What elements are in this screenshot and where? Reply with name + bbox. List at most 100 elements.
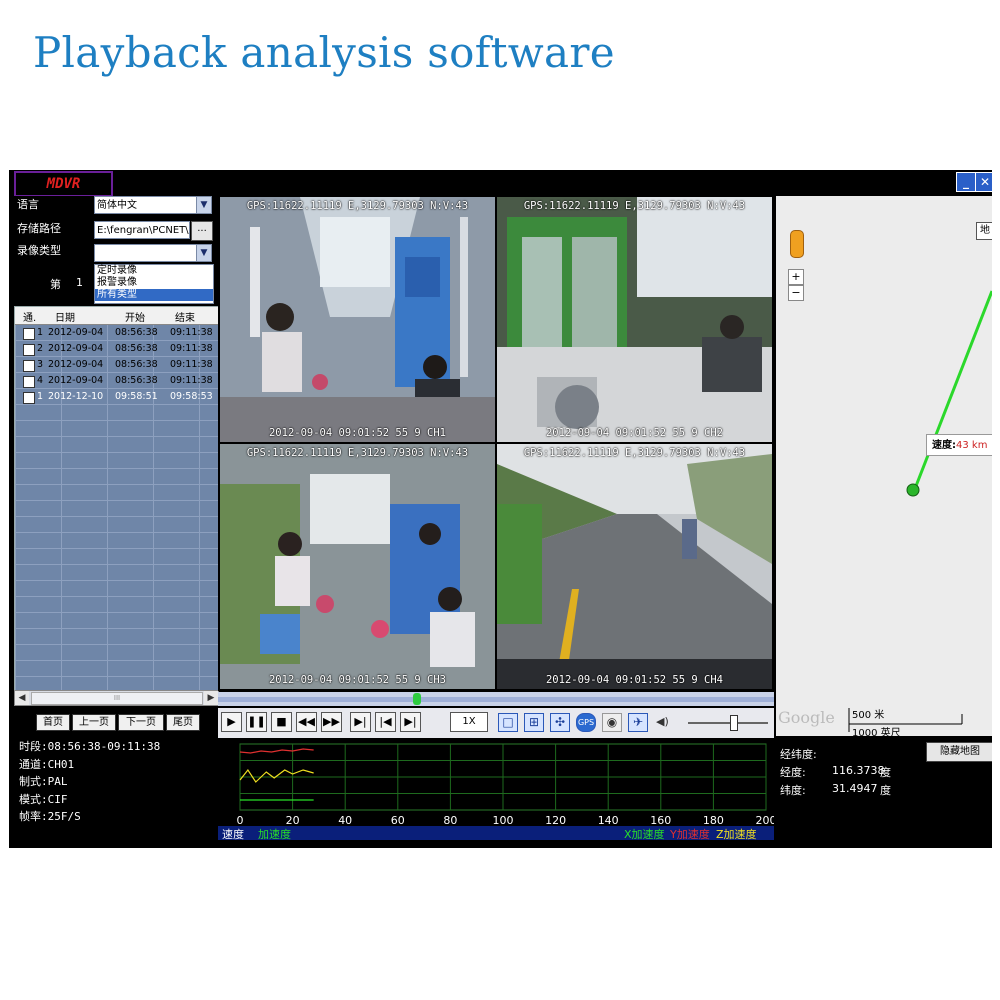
bus-door-image [497, 197, 772, 442]
latitude-label: 纬度: [780, 784, 806, 797]
seek-track[interactable] [218, 697, 774, 702]
minimize-icon[interactable]: _ [956, 172, 976, 192]
volume-handle[interactable] [730, 715, 738, 731]
first-page-button[interactable]: 首页 [36, 714, 70, 731]
prev-page-button[interactable]: 上一页 [72, 714, 116, 731]
skip-start-icon[interactable]: |◀ [375, 712, 396, 732]
skip-end-icon[interactable]: ▶| [400, 712, 421, 732]
map-speed-label: 速度: [932, 440, 956, 451]
col-header-channel[interactable]: 通. [23, 309, 36, 324]
mdvr-logo: MDVR [14, 171, 113, 197]
record-type-option[interactable]: 报警录像 [95, 277, 213, 289]
table-row[interactable]: 1 2012-12-10 09:58:51 09:58:53 [15, 389, 218, 405]
camera-view-ch3[interactable]: GPS:11622.11119 E,3129.79303 N:V:43 2012… [220, 444, 495, 689]
storage-path-field[interactable]: E:\fengran\PCNET\( [94, 221, 190, 239]
playback-speed[interactable]: 1X [450, 712, 488, 732]
camera-timestamp-overlay: 2012-09-04 09:01:52 55 9 CH4 [545, 674, 723, 686]
playback-toolbar: ▶ ❚❚ ■ ◀◀ ▶▶ ▶| |◀ ▶| 1X □ ⊞ ✣ GPS ◉ ✈ ◀… [218, 708, 774, 738]
last-page-button[interactable]: 尾页 [166, 714, 200, 731]
playback-seek-bar[interactable] [218, 692, 774, 706]
cell-start: 08:56:38 [115, 327, 158, 338]
table-scrollbar[interactable]: ◀ III ▶ [14, 690, 219, 706]
recording-info: 时段:08:56:38-09:11:38 通道:CH01 制式:PAL 模式:C… [19, 738, 160, 826]
map-type-button[interactable]: 地 [976, 222, 992, 240]
export-icon[interactable]: ✈ [628, 713, 648, 732]
cell-end: 09:58:53 [170, 391, 213, 402]
volume-track[interactable] [688, 722, 768, 724]
record-type-select[interactable]: ▼ [94, 244, 212, 262]
gps-icon[interactable]: GPS [576, 713, 596, 732]
longitude-value: 116.3738 [832, 764, 885, 777]
scroll-right-icon[interactable]: ▶ [204, 691, 218, 705]
table-row[interactable]: 1 2012-09-04 08:56:38 09:11:38 [15, 325, 218, 341]
page-label: 第 [50, 278, 61, 291]
map-speed-value: 43 km [956, 440, 988, 451]
rewind-icon[interactable]: ◀◀ [296, 712, 317, 732]
camera-timestamp-overlay: 2012-09-04 09:01:52 55 9 CH3 [268, 674, 446, 686]
row-checkbox[interactable] [23, 376, 35, 388]
legend-accel: 加速度 [258, 828, 291, 841]
col-header-end[interactable]: 结束 [175, 309, 195, 324]
google-logo: Google [778, 708, 835, 727]
close-icon[interactable]: ✕ [975, 172, 992, 192]
quad-view-icon[interactable]: ⊞ [524, 713, 544, 732]
scroll-thumb[interactable]: III [31, 692, 203, 705]
chevron-down-icon[interactable]: ▼ [196, 245, 211, 261]
row-checkbox[interactable] [23, 328, 35, 340]
video-grid: GPS:11622.11119 E,3129.79303 N:V:43 2012… [218, 197, 774, 691]
single-view-icon[interactable]: □ [498, 713, 518, 732]
row-checkbox[interactable] [23, 344, 35, 356]
scale-metric: 500 米 [852, 710, 885, 721]
zoom-in-button[interactable]: + [788, 269, 804, 285]
snapshot-camera-icon[interactable]: ◉ [602, 713, 622, 732]
cell-date: 2012-12-10 [48, 391, 104, 402]
legend-x-accel: X加速度 [624, 828, 665, 841]
record-type-option[interactable]: 定时录像 [95, 265, 213, 277]
browse-button[interactable]: ... [191, 221, 213, 241]
col-header-start[interactable]: 开始 [125, 309, 145, 324]
bus-rear-interior-image [220, 444, 495, 689]
camera-view-ch2[interactable]: GPS:11622.11119 E,3129.79303 N:V:43 2012… [497, 197, 772, 442]
scale-imperial: 1000 英尺 [852, 728, 901, 739]
info-mode: 模式:CIF [19, 792, 68, 806]
volume-icon[interactable]: ◀) [656, 715, 669, 728]
camera-view-ch1[interactable]: GPS:11622.11119 E,3129.79303 N:V:43 2012… [220, 197, 495, 442]
longitude-label: 经度: [780, 766, 806, 779]
row-checkbox[interactable] [23, 360, 35, 372]
camera-gps-overlay: GPS:11622.11119 E,3129.79303 N:V:43 [246, 447, 469, 459]
cell-start: 08:56:38 [115, 359, 158, 370]
stop-icon[interactable]: ■ [271, 712, 292, 732]
play-icon[interactable]: ▶ [221, 712, 242, 732]
recordings-table: 通. 日期 开始 结束 1 2012-09-04 08:56:38 09:11:38 2… [14, 306, 219, 692]
camera-gps-overlay: GPS:11622.11119 E,3129.79303 N:V:43 [523, 200, 746, 212]
pegman-icon[interactable] [790, 230, 804, 258]
title-bar: MDVR _ ✕ [9, 170, 992, 197]
record-type-options: 定时录像 报警录像 所有类型 [94, 264, 214, 304]
language-label: 语言 [17, 198, 39, 211]
pause-icon[interactable]: ❚❚ [246, 712, 267, 732]
camera-timestamp-overlay: 2012-09-04 09:01:52 55 9 CH1 [268, 427, 446, 439]
record-type-option-selected[interactable]: 所有类型 [95, 289, 213, 301]
cell-end: 09:11:38 [170, 359, 213, 370]
next-page-button[interactable]: 下一页 [118, 714, 164, 731]
language-select[interactable]: 简体中文 ▼ [94, 196, 212, 214]
col-header-date[interactable]: 日期 [55, 309, 75, 324]
chevron-down-icon[interactable]: ▼ [196, 197, 211, 213]
multi-view-icon[interactable]: ✣ [550, 713, 570, 732]
legend-speed: 速度 [222, 828, 244, 841]
camera-gps-overlay: GPS:11622.11119 E,3129.79303 N:V:43 [246, 200, 469, 212]
hide-map-button[interactable]: 隐藏地图 [926, 742, 992, 762]
table-row[interactable]: 4 2012-09-04 08:56:38 09:11:38 [15, 373, 218, 389]
seek-handle[interactable] [413, 693, 421, 705]
zoom-out-button[interactable]: − [788, 285, 804, 301]
cell-end: 09:11:38 [170, 343, 213, 354]
table-row[interactable]: 3 2012-09-04 08:56:38 09:11:38 [15, 357, 218, 373]
camera-view-ch4[interactable]: GPS:11622.11119 E,3129.79303 N:V:43 2012… [497, 444, 772, 689]
scroll-left-icon[interactable]: ◀ [15, 691, 29, 705]
row-checkbox[interactable] [23, 392, 35, 404]
map-info-panel: 经纬度: 隐藏地图 经度: 116.3738 度 纬度: 31.4947 度 [776, 738, 992, 848]
table-row[interactable]: 2 2012-09-04 08:56:38 09:11:38 [15, 341, 218, 357]
fast-forward-icon[interactable]: ▶▶ [321, 712, 342, 732]
map-panel[interactable]: 地 + − 速度:43 km Google 500 米 1000 英尺 [776, 196, 992, 739]
step-forward-icon[interactable]: ▶| [350, 712, 371, 732]
